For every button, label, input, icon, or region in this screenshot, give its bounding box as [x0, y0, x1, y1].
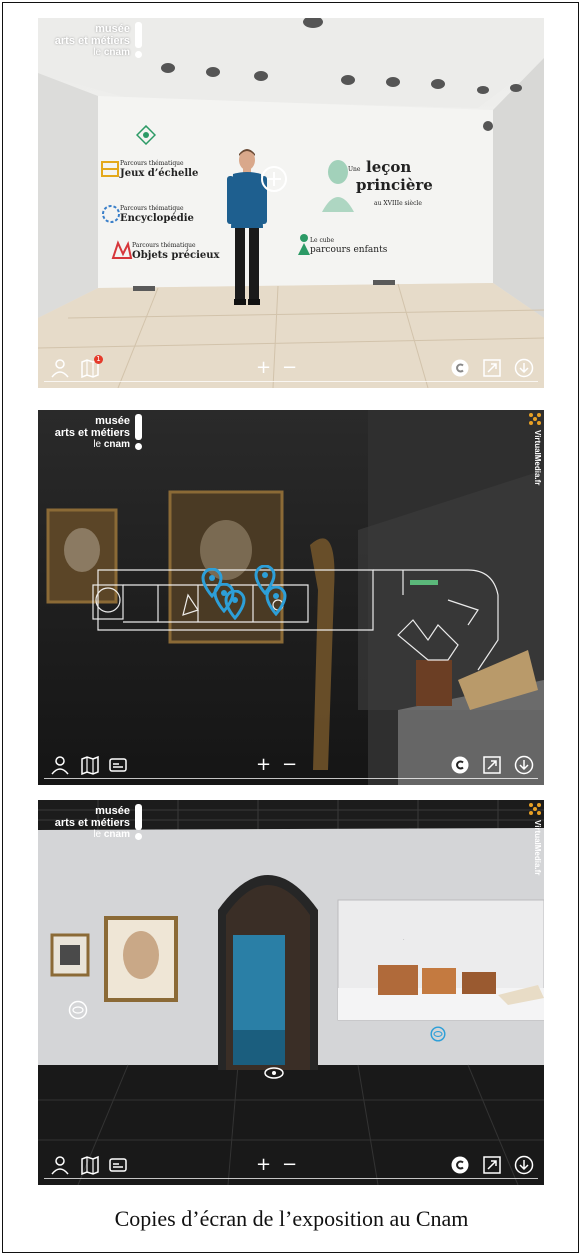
panorama-panel-2[interactable]: musée arts et métiers le cnam VirtualMed…: [38, 410, 544, 785]
hotspot-diamond-icon[interactable]: [136, 125, 156, 145]
parcours-enfants-small: Le cube: [310, 237, 335, 244]
logo-arts-metiers: arts et métiers: [54, 817, 130, 829]
zoom-in-button[interactable]: +: [256, 1155, 271, 1175]
lecon-title: leçon: [366, 158, 412, 176]
copyright-icon[interactable]: [450, 755, 470, 775]
zoom-out-button[interactable]: −: [282, 755, 297, 775]
zoom-in-button[interactable]: +: [256, 358, 271, 378]
viewer-toolbar: + −: [38, 749, 544, 785]
logo-le-cnam: le cnam: [93, 47, 130, 58]
copyright-icon[interactable]: [450, 1155, 470, 1175]
zoom-out-button[interactable]: −: [282, 358, 297, 378]
fullscreen-icon[interactable]: [482, 358, 502, 378]
subtitles-icon[interactable]: [108, 755, 128, 775]
toolbar-divider: [44, 778, 538, 779]
objets-precieux-title: Objets précieux: [132, 250, 220, 261]
download-icon[interactable]: [514, 755, 534, 775]
person-icon[interactable]: [50, 1155, 70, 1175]
logo-exclamation-dot: [135, 443, 142, 450]
nav-arrow-hotspot-icon[interactable]: [264, 1067, 284, 1079]
virtualmedia-logo-icon: [529, 413, 541, 425]
jeux-echelle-small: Parcours thématique: [120, 160, 184, 167]
lecon-small: Une: [348, 166, 361, 173]
viewer-toolbar: + −: [38, 1149, 544, 1185]
virtualmedia-label: VirtualMedia.fr: [533, 430, 542, 486]
logo-le-cnam: le cnam: [93, 439, 130, 450]
view-hotspot-icon[interactable]: [68, 1000, 88, 1020]
musee-logo[interactable]: musée arts et métiers le cnam: [44, 22, 144, 60]
musee-logo[interactable]: musée arts et métiers le cnam: [44, 414, 144, 452]
logo-musee: musée: [95, 23, 130, 35]
person-icon[interactable]: [50, 755, 70, 775]
toolbar-divider: [44, 381, 538, 382]
gallery-scene: .: [38, 800, 544, 1185]
panorama-panel-1[interactable]: musée arts et métiers le cnam Parcours t…: [38, 18, 544, 388]
encyclopedie-icon: [102, 205, 120, 223]
panorama-panel-3[interactable]: . musée arts et métiers le cnam VirtualM…: [38, 800, 544, 1185]
viewer-toolbar: 1 + −: [38, 352, 544, 388]
logo-exclamation-dot: [135, 51, 142, 58]
person-icon[interactable]: [50, 358, 70, 378]
lecon-princiere-panel[interactable]: Une leçon princière au XVIIIe siècle: [318, 154, 438, 234]
logo-arts-metiers: arts et métiers: [54, 427, 130, 439]
musee-logo[interactable]: musée arts et métiers le cnam: [44, 804, 144, 842]
princiere-title: princière: [356, 176, 433, 194]
subtitles-icon[interactable]: [108, 1155, 128, 1175]
map-pin-icon[interactable]: [265, 586, 287, 616]
zoom-in-button[interactable]: +: [256, 755, 271, 775]
logo-exclamation-bar: [135, 414, 142, 440]
encyclopedie-title: Encyclopédie: [120, 213, 194, 224]
logo-musee: musée: [95, 805, 130, 817]
map-notification-badge: 1: [94, 355, 103, 364]
map-icon[interactable]: [80, 755, 100, 775]
map-pin-icon[interactable]: [224, 590, 246, 620]
map-icon[interactable]: [80, 1155, 100, 1175]
lecon-portrait-illustration: [322, 160, 354, 212]
fullscreen-icon[interactable]: [482, 1155, 502, 1175]
logo-musee: musée: [95, 415, 130, 427]
figure-caption: Copies d’écran de l’exposition au Cnam: [114, 1206, 469, 1231]
fullscreen-icon[interactable]: [482, 755, 502, 775]
add-hotspot-icon[interactable]: [260, 165, 288, 193]
encyclopedie-small: Parcours thématique: [120, 205, 184, 212]
siecle-subtitle: au XVIIIe siècle: [374, 200, 422, 207]
download-icon[interactable]: [514, 1155, 534, 1175]
virtualmedia-logo-icon: [529, 803, 541, 815]
objets-precieux-icon: [111, 240, 133, 259]
objets-precieux-small: Parcours thématique: [132, 242, 196, 249]
virtualmedia-watermark: VirtualMedia.fr: [528, 412, 542, 486]
jeux-echelle-icon: [101, 161, 119, 177]
jeux-echelle-title: Jeux d’échelle: [120, 168, 199, 179]
logo-le-cnam: le cnam: [93, 829, 130, 840]
virtualmedia-label: VirtualMedia.fr: [533, 820, 542, 876]
virtualmedia-watermark: VirtualMedia.fr: [528, 802, 542, 876]
zoom-out-button[interactable]: −: [282, 1155, 297, 1175]
logo-exclamation-bar: [135, 22, 142, 48]
logo-exclamation-dot: [135, 833, 142, 840]
parcours-enfants-title: parcours enfants: [310, 245, 388, 255]
view-hotspot-icon[interactable]: [430, 1026, 446, 1042]
copyright-icon[interactable]: [450, 358, 470, 378]
logo-arts-metiers: arts et métiers: [54, 35, 130, 47]
logo-exclamation-bar: [135, 804, 142, 830]
download-icon[interactable]: [514, 358, 534, 378]
toolbar-divider: [44, 1178, 538, 1179]
gallery-scene: [46, 410, 544, 785]
